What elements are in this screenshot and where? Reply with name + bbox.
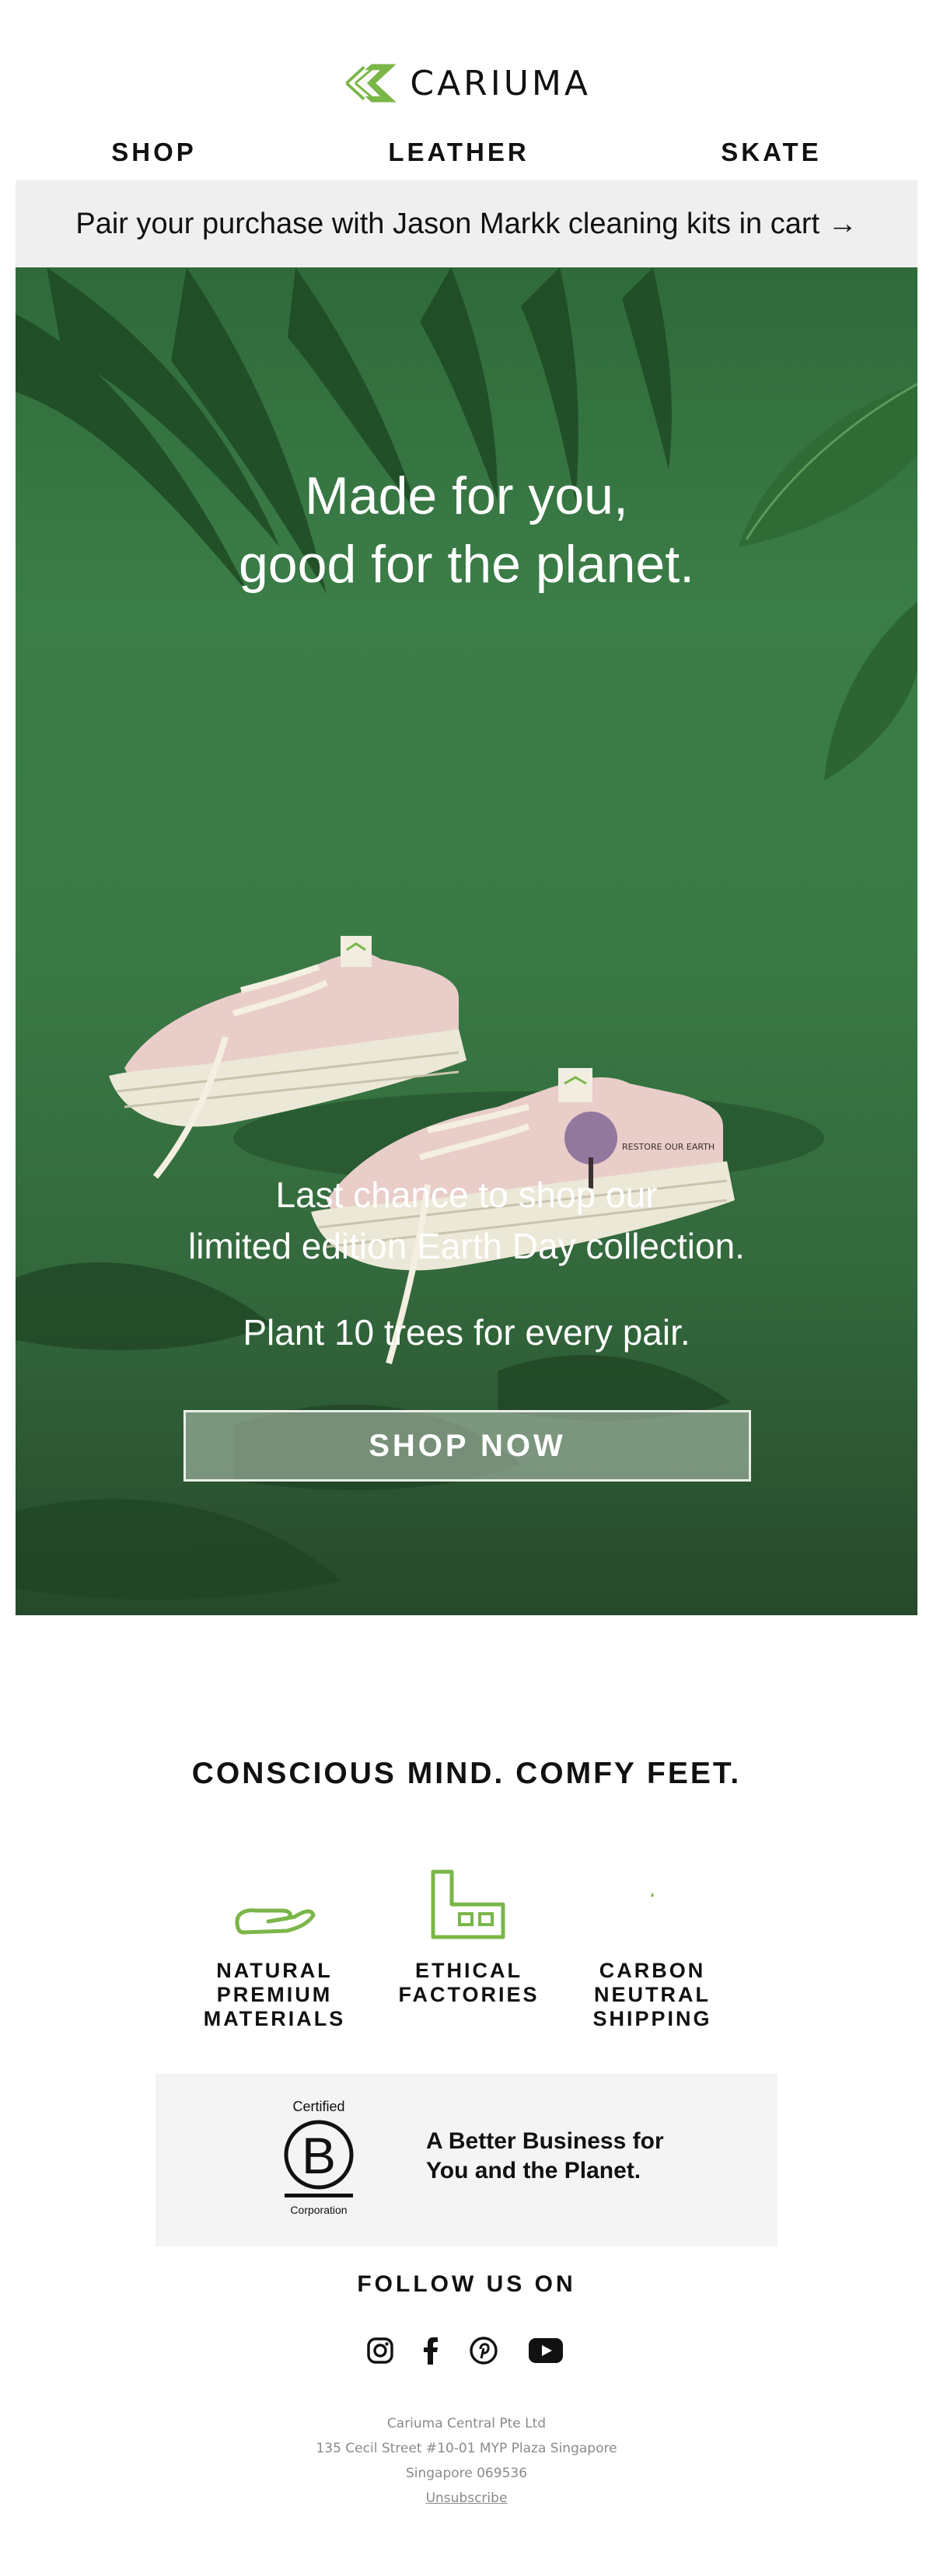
- feature-natural-line-2: PREMIUM: [216, 1983, 333, 2006]
- youtube-icon[interactable]: [529, 2332, 563, 2369]
- main-nav: SHOP LEATHER SKATE: [16, 131, 917, 174]
- feature-natural-materials: NATURAL PREMIUM MATERIALS: [181, 1866, 368, 2031]
- feature-natural-line-3: MATERIALS: [203, 2007, 346, 2030]
- brand-wordmark: CARIUMA: [410, 63, 591, 103]
- promo-banner[interactable]: Pair your purchase with Jason Markk clea…: [16, 180, 917, 267]
- factory-icon: [431, 1869, 505, 1939]
- hero-subtext-line-1: Last chance to shop our: [275, 1175, 658, 1215]
- b-corp-corporation-text: Corporation: [290, 2204, 347, 2216]
- hero-headline-line-1: Made for you,: [305, 466, 628, 525]
- brand-logo-link[interactable]: CARIUMA: [342, 56, 591, 110]
- feature-natural-line-1: NATURAL: [216, 1959, 333, 1982]
- shop-now-button[interactable]: SHOP NOW: [183, 1410, 751, 1482]
- conscious-heading: CONSCIOUS MIND. COMFY FEET.: [191, 1757, 742, 1790]
- hand-leaf-icon: [235, 1908, 316, 1935]
- hero-subtext-line-2: limited edition Earth Day collection.: [188, 1226, 745, 1266]
- hero-headline-line-2: good for the planet.: [238, 535, 694, 594]
- feature-ethical-line-2: FACTORIES: [398, 1983, 540, 2006]
- pinterest-icon[interactable]: [470, 2332, 498, 2369]
- nav-item-shop[interactable]: SHOP: [80, 133, 228, 172]
- nav-item-leather[interactable]: LEATHER: [357, 133, 560, 172]
- instagram-icon[interactable]: [367, 2332, 393, 2369]
- footer: Cariuma Central Pte Ltd 135 Cecil Street…: [0, 2411, 933, 2511]
- hero-banner: Made for you, good for the planet. RESTO…: [16, 267, 917, 1615]
- feature-carbon-line-3: SHIPPING: [592, 2007, 712, 2030]
- bcorp-tagline: A Better Business for You and the Planet…: [426, 2127, 722, 2186]
- footer-company: Cariuma Central Pte Ltd: [386, 2416, 547, 2431]
- nav-item-skate[interactable]: SKATE: [690, 133, 852, 172]
- feature-carbon-neutral: CARBON NEUTRAL SHIPPING: [559, 1866, 746, 2031]
- b-corp-badge-icon: Certified B Corporation: [284, 2099, 354, 2216]
- hero-subtext: Last chance to shop our limited edition …: [16, 1169, 917, 1272]
- feature-ethical-line-1: ETHICAL: [415, 1959, 522, 1982]
- facebook-icon[interactable]: [423, 2332, 439, 2369]
- follow-us-heading: FOLLOW US ON: [357, 2271, 576, 2297]
- feature-carbon-line-1: CARBON: [599, 1959, 706, 1982]
- footer-address-line-1: 135 Cecil Street #10-01 MYP Plaza Singap…: [316, 2441, 617, 2456]
- header: CARIUMA SHOP LEATHER SKATE: [0, 0, 933, 179]
- feature-ethical-factories: ETHICAL FACTORIES: [376, 1866, 562, 2007]
- plant-trees-text: Plant 10 trees for every pair.: [243, 1312, 690, 1353]
- hero-headline: Made for you, good for the planet.: [16, 462, 917, 599]
- social-links: [358, 2332, 575, 2369]
- feature-carbon-line-2: NEUTRAL: [594, 1983, 711, 2006]
- carbon-neutral-icon: [651, 1892, 654, 1897]
- bcorp-section: Certified B Corporation A Better Busines…: [156, 2074, 778, 2246]
- b-corp-letter: B: [302, 2127, 336, 2184]
- unsubscribe-link[interactable]: Unsubscribe: [426, 2490, 508, 2506]
- footer-address-line-2: Singapore 069536: [405, 2466, 528, 2481]
- leaf-chevron-logo-icon: [345, 64, 397, 103]
- bcorp-tagline-line-1: A Better Business for: [426, 2128, 664, 2154]
- b-corp-certified-text: Certified: [292, 2099, 344, 2114]
- email-page: CARIUMA SHOP LEATHER SKATE Pair your pur…: [0, 0, 933, 2576]
- shoe-print-text: RESTORE OUR EARTH: [622, 1142, 715, 1152]
- bcorp-tagline-line-2: You and the Planet.: [426, 2158, 641, 2183]
